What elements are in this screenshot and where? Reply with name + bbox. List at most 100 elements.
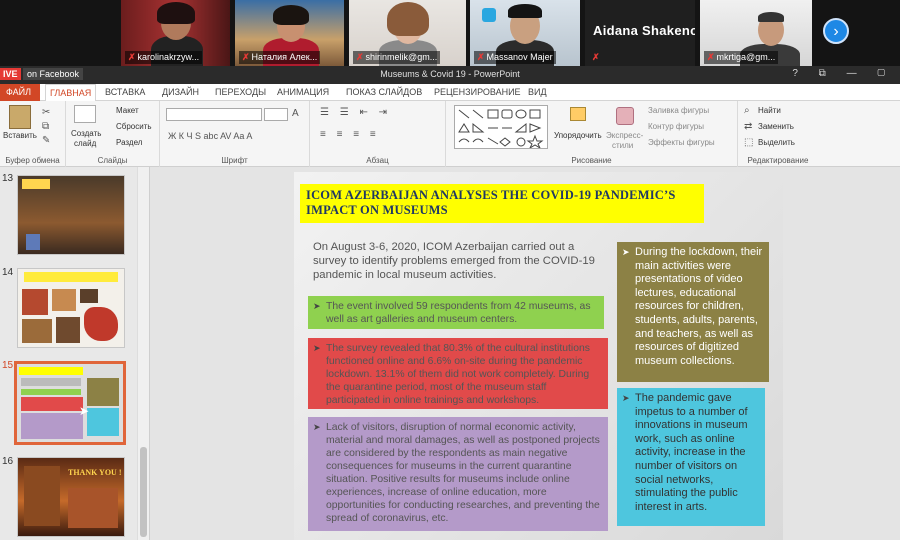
next-page-button[interactable]: › [823,18,849,44]
bullet-text: During the lockdown, their main activiti… [635,246,763,367]
slide-thumbnail[interactable] [17,175,125,255]
grow-font-icon[interactable]: A [292,108,299,119]
clipboard-group: Вставить ✂ ⧉ ✎ Буфер обмена [0,101,66,167]
slide-thumbnail[interactable] [17,268,125,348]
slide-intro-text[interactable]: On August 3-6, 2020, ICOM Azerbaijan car… [313,240,601,282]
new-slide-icon [74,105,96,123]
font-format-buttons[interactable]: Ж К Ч S abc AV Aa A [168,131,252,141]
slide-thumbnail-pane: 13 14 15 ➤ 16 THANK YOU ! [0,167,150,540]
arrange-icon [570,107,586,121]
purple-bullet-box[interactable]: ➤ Lack of visitors, disruption of normal… [308,417,608,531]
font-family-select[interactable] [166,108,262,121]
bullet-text: The event involved 59 respondents from 4… [326,301,591,325]
video-tile[interactable]: ✗ Massanov Majer [470,0,580,66]
participant-name: ✗ karolinakrzyw... [125,51,203,64]
video-tile[interactable]: Aidana Shakeno... ✗ [585,0,695,66]
slide-thumbnail[interactable]: THANK YOU ! [17,457,125,537]
video-tile[interactable]: ✗ shirinmelik@gm... [349,0,466,66]
font-size-select[interactable] [264,108,288,121]
shapes-gallery[interactable] [454,105,548,150]
video-strip: ✗ karolinakrzyw... ✗ Наталия Алек... ✗ shir… [0,0,900,66]
cyan-bullet-box[interactable]: ➤ The pandemic gave impetus to a number … [617,388,765,526]
slide-number: 13 [2,173,14,184]
tab-animation[interactable]: АНИМАЦИЯ [277,87,329,97]
font-label: Шрифт [221,156,248,165]
drawing-label: Рисование [571,156,612,165]
new-slide-button[interactable]: Создать [71,129,101,138]
participant-name: ✗ Наталия Алек... [239,51,321,64]
participant-name: ✗ mkrtiga@gm... [704,51,779,64]
paste-button[interactable]: Вставить [3,131,37,140]
slides-label: Слайды [97,156,128,165]
tab-home[interactable]: ГЛАВНАЯ [45,84,97,102]
slides-group: Создать слайд Макет Сбросить Раздел Слай… [66,101,160,167]
section-button[interactable]: Раздел [116,138,142,147]
slide-number: 14 [2,267,14,278]
tab-slideshow[interactable]: ПОКАЗ СЛАЙДОВ [346,87,422,97]
participant-name: ✗ Massanov Majer [474,51,556,64]
thumbnail-scrollbar[interactable] [137,167,149,540]
slide-number: 16 [2,456,14,467]
mic-muted-icon: ✗ [477,52,485,62]
app-window: ✗ karolinakrzyw... ✗ Наталия Алек... ✗ shir… [0,0,900,540]
reset-button[interactable]: Сбросить [116,122,152,131]
tab-view[interactable]: ВИД [528,87,547,97]
bullet-arrow-icon: ➤ [622,393,630,403]
slide-thumbnail-selected[interactable]: ➤ [14,361,126,445]
cut-icon[interactable]: ✂ [42,107,50,118]
tab-file[interactable]: ФАЙЛ [0,84,40,101]
video-tile[interactable]: ✗ Наталия Алек... [235,0,344,66]
font-group: A Ж К Ч S abc AV Aa A Шрифт [160,101,310,167]
tab-insert[interactable]: ВСТАВКА [105,87,145,97]
window-controls[interactable]: ? ⧉ — ▢ [792,68,894,79]
shape-effects-button[interactable]: Эффекты фигуры [648,138,715,147]
mic-muted-icon: ✗ [592,52,600,62]
olive-bullet-box[interactable]: ➤ During the lockdown, their main activi… [617,242,769,382]
thank-you-text: THANK YOU ! [68,468,122,477]
slide-number: 15 [2,360,14,371]
align-icon[interactable]: ≡ ≡ ≡ ≡ [320,129,380,140]
quick-styles-button[interactable]: Экспресс- [606,131,643,140]
video-tile[interactable]: ✗ mkrtiga@gm... [700,0,812,66]
copy-icon[interactable]: ⧉ [42,121,49,132]
paste-icon [9,105,31,129]
bullet-arrow-icon: ➤ [313,301,321,311]
tab-review[interactable]: РЕЦЕНЗИРОВАНИЕ [434,87,521,97]
arrange-button[interactable]: Упорядочить [554,131,602,140]
window-title: Museums & Covid 19 - PowerPoint [380,69,520,79]
shape-outline-button[interactable]: Контур фигуры [648,122,704,131]
slide-title[interactable]: ICOM AZERBAIJAN ANALYSES THE COVID-19 PA… [300,184,704,223]
scrollbar-thumb[interactable] [140,447,147,537]
bullet-text: Lack of visitors, disruption of normal e… [326,422,600,524]
find-button[interactable]: Найти [758,106,781,115]
mic-muted-icon: ✗ [356,52,364,62]
mic-muted-icon: ✗ [242,52,250,62]
current-slide[interactable]: ICOM AZERBAIJAN ANALYSES THE COVID-19 PA… [294,172,783,540]
shape-fill-button[interactable]: Заливка фигуры [648,106,709,115]
bullet-arrow-icon: ➤ [622,247,630,257]
powerpoint-titlebar: IVE on Facebook Museums & Covid 19 - Pow… [0,66,900,84]
participant-name: Aidana Shakeno... [593,23,695,38]
new-slide-label2: слайд [74,139,97,148]
quick-styles-label2: стили [612,141,634,150]
bullet-text: The survey revealed that 80.3% of the cu… [326,343,590,406]
select-button[interactable]: Выделить [758,138,795,147]
format-painter-icon[interactable]: ✎ [42,135,50,146]
find-icon: ⌕ [744,105,750,116]
bullet-arrow-icon: ➤ [313,422,321,432]
video-tile[interactable]: ✗ karolinakrzyw... [121,0,230,66]
red-bullet-box[interactable]: ➤ The survey revealed that 80.3% of the … [308,338,608,409]
paragraph-group: ☰ ☰ ⇤ ⇥ ≡ ≡ ≡ ≡ Абзац [310,101,446,167]
tab-design[interactable]: ДИЗАЙН [162,87,199,97]
mic-muted-icon: ✗ [128,52,136,62]
tab-transitions[interactable]: ПЕРЕХОДЫ [215,87,266,97]
layout-button[interactable]: Макет [116,106,139,115]
ribbon: Вставить ✂ ⧉ ✎ Буфер обмена Создать слай… [0,101,900,167]
replace-button[interactable]: Заменить [758,122,794,131]
drawing-group: Упорядочить Экспресс- стили Заливка фигу… [446,101,738,167]
paragraph-label: Абзац [366,156,389,165]
list-icon[interactable]: ☰ ☰ ⇤ ⇥ [320,107,391,118]
green-bullet-box[interactable]: ➤ The event involved 59 respondents from… [308,296,604,329]
bullet-arrow-icon: ➤ [313,343,321,353]
quick-styles-icon [616,107,634,125]
